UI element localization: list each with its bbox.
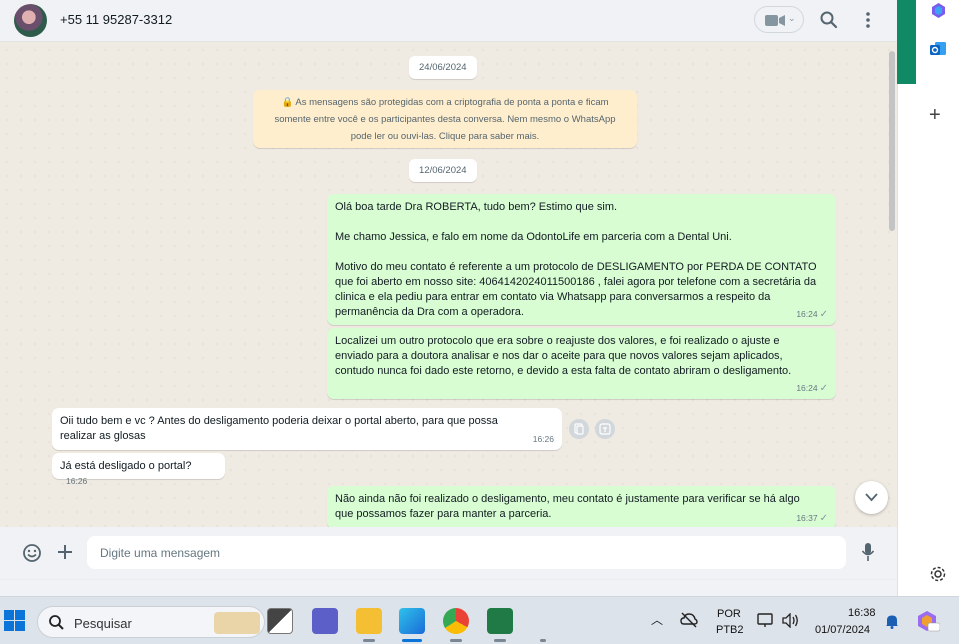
encryption-notice-line: somente entre você e os participantes de… xyxy=(274,114,616,125)
search-label: Pesquisar xyxy=(74,616,132,631)
kebab-menu-icon xyxy=(866,12,870,28)
video-call-icon xyxy=(765,15,785,26)
windows-logo-icon xyxy=(4,610,25,631)
running-indicator xyxy=(363,639,375,642)
notification-bell-icon[interactable] xyxy=(885,614,899,634)
task-view-icon[interactable] xyxy=(267,608,293,634)
message-text: Localizei um outro protocolo que era sob… xyxy=(335,335,792,377)
sent-check-icon: ✓ xyxy=(819,383,828,394)
chrome-icon[interactable] xyxy=(443,608,469,634)
copilot-tray-icon[interactable] xyxy=(914,609,941,633)
excel-icon[interactable] xyxy=(487,608,513,634)
emoji-button[interactable] xyxy=(22,543,42,568)
message-input[interactable] xyxy=(87,536,846,569)
message-text: Motivo do meu contato é referente a um p… xyxy=(335,261,817,318)
cloud-sync-off-icon[interactable] xyxy=(680,612,698,633)
message-time: 16:24 xyxy=(796,309,818,319)
chevron-down-icon: ⌄ xyxy=(788,13,796,23)
message-time: 16:26 xyxy=(66,476,88,486)
message-meta: 16:26 xyxy=(533,432,554,447)
message-text: Olá boa tarde Dra ROBERTA, tudo bem? Est… xyxy=(335,201,618,213)
browser-sidebar xyxy=(897,0,959,596)
message-text: Não ainda não foi realizado o desligamen… xyxy=(335,493,800,520)
message-bubble-incoming[interactable]: Oii tudo bem e vc ? Antes do desligament… xyxy=(52,408,562,450)
teams-icon[interactable] xyxy=(312,608,338,634)
file-explorer-icon[interactable] xyxy=(356,608,382,634)
display-icon[interactable] xyxy=(757,612,775,633)
message-time: 16:37 xyxy=(796,513,818,523)
window-bottom-edge xyxy=(0,579,897,596)
message-actions xyxy=(569,419,617,444)
windows-taskbar: Pesquisar ︿ POR PTB2 16:38 01/07/2024 xyxy=(0,596,959,644)
message-meta: 16:37 ✓ xyxy=(796,511,828,526)
date-separator: 12/06/2024 xyxy=(409,159,477,182)
message-list[interactable]: 24/06/2024 🔒 As mensagens são protegidas… xyxy=(0,43,897,527)
start-button[interactable] xyxy=(4,610,25,636)
voice-message-button[interactable] xyxy=(861,542,875,567)
message-meta: 16:24 ✓ xyxy=(796,381,828,396)
sent-check-icon: ✓ xyxy=(819,513,828,524)
sent-check-icon: ✓ xyxy=(819,309,828,320)
clock-time[interactable]: 16:38 xyxy=(848,607,876,619)
running-indicator xyxy=(540,639,546,642)
plus-icon xyxy=(58,545,72,559)
message-bubble-incoming[interactable]: Já está desligado o portal? 16:26 xyxy=(52,453,225,486)
encryption-notice-line: pode ler ou ouvi-las. Clique para saber … xyxy=(350,131,540,142)
briefcase-icon xyxy=(214,612,260,634)
running-indicator xyxy=(494,639,506,642)
message-time: 16:24 xyxy=(796,383,818,393)
taskbar-search[interactable]: Pesquisar xyxy=(37,606,265,638)
search-icon xyxy=(49,615,64,630)
search-icon xyxy=(820,11,838,29)
message-text: Oii tudo bem e vc ? Antes do desligament… xyxy=(60,415,498,442)
outlook-icon[interactable] xyxy=(929,40,947,63)
message-bubble-outgoing[interactable]: Não ainda não foi realizado o desligamen… xyxy=(327,486,836,527)
chevron-down-icon xyxy=(865,493,878,502)
encryption-notice-line: 🔒 As mensagens são protegidas com a crip… xyxy=(281,97,609,108)
contact-name[interactable]: +55 11 95287-3312 xyxy=(60,12,172,27)
message-bubble-outgoing[interactable]: Localizei um outro protocolo que era sob… xyxy=(327,328,836,399)
translate-icon[interactable] xyxy=(595,419,616,439)
message-text: Me chamo Jessica, e falo em nome da Odon… xyxy=(335,231,732,243)
language-indicator[interactable]: POR xyxy=(717,608,741,620)
edge-icon[interactable] xyxy=(399,608,425,634)
emoji-icon xyxy=(23,544,41,562)
speaker-icon[interactable] xyxy=(782,612,800,633)
copilot-icon[interactable] xyxy=(930,2,947,24)
search-chat-button[interactable] xyxy=(818,9,840,31)
date-separator: 24/06/2024 xyxy=(409,56,477,79)
chat-header: +55 11 95287-3312 ⌄ xyxy=(0,0,897,42)
message-time: 16:26 xyxy=(532,434,554,444)
video-call-button[interactable]: ⌄ xyxy=(754,6,804,33)
clock-date[interactable]: 01/07/2024 xyxy=(815,624,870,636)
copy-icon[interactable] xyxy=(569,419,589,439)
message-bubble-outgoing[interactable]: Olá boa tarde Dra ROBERTA, tudo bem? Est… xyxy=(327,194,836,325)
gear-icon[interactable] xyxy=(929,565,947,588)
running-indicator xyxy=(450,639,462,642)
tray-chevron-up-icon[interactable]: ︿ xyxy=(651,611,663,628)
message-text: Já está desligado o portal? xyxy=(60,460,192,472)
attach-button[interactable] xyxy=(56,543,74,566)
encryption-notice[interactable]: 🔒 As mensagens são protegidas com a crip… xyxy=(253,90,637,148)
microphone-icon xyxy=(861,543,875,561)
active-indicator xyxy=(402,639,422,642)
whatsapp-green-strip xyxy=(897,0,916,84)
message-composer xyxy=(0,527,897,579)
chat-menu-button[interactable] xyxy=(860,9,876,31)
add-sidebar-app-icon[interactable]: + xyxy=(929,104,941,127)
whatsapp-window: +55 11 95287-3312 ⌄ 24/06/2024 🔒 As mens… xyxy=(0,0,897,596)
chat-scrollbar[interactable] xyxy=(889,51,895,231)
contact-avatar[interactable] xyxy=(14,4,47,37)
message-meta: 16:24 ✓ xyxy=(796,307,828,322)
scroll-to-bottom-button[interactable] xyxy=(855,481,888,514)
keyboard-layout-indicator[interactable]: PTB2 xyxy=(716,624,744,636)
